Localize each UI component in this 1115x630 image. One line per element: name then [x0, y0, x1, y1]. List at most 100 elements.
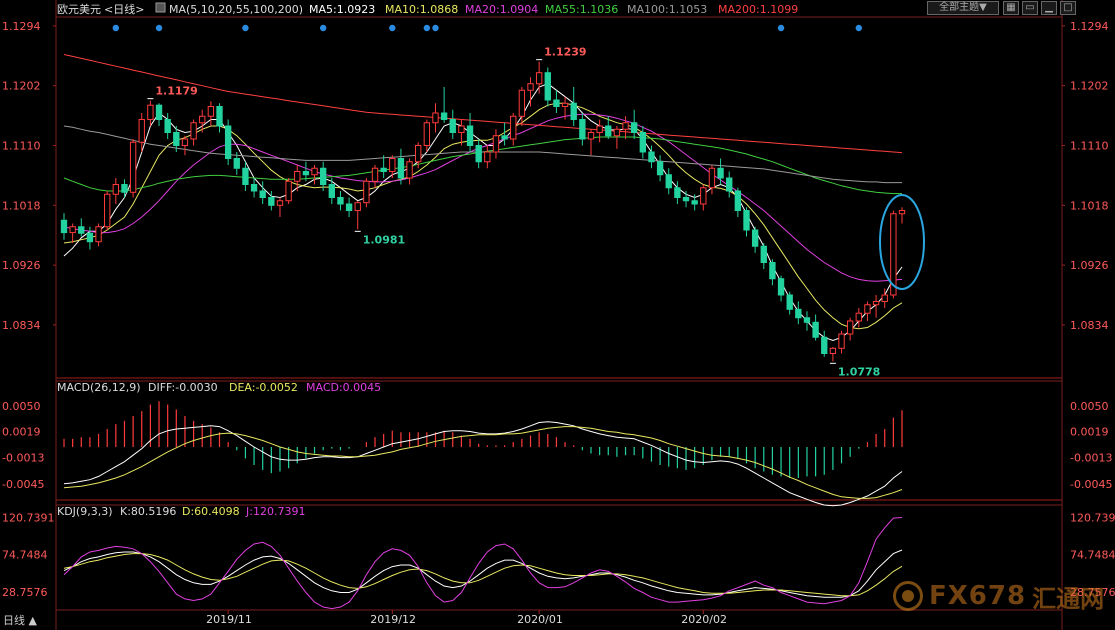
- candle-body: [268, 197, 275, 206]
- candle: [708, 165, 716, 195]
- candle-body: [803, 317, 811, 323]
- candle-body: [605, 125, 612, 137]
- period-label[interactable]: <日线>: [104, 2, 144, 16]
- candle-body: [613, 128, 621, 137]
- candle: [751, 226, 759, 253]
- maximize-icon[interactable]: □: [1060, 1, 1076, 15]
- candle-body: [639, 132, 647, 153]
- candle: [821, 330, 828, 357]
- candle-body: [69, 226, 76, 234]
- candle-body: [596, 125, 603, 133]
- event-dot: [777, 24, 785, 32]
- candle-body: [674, 187, 681, 198]
- x-axis-label: 2020/02: [681, 613, 727, 626]
- candle-body: [518, 89, 526, 117]
- candle: [622, 116, 629, 139]
- ma-toggle-icon[interactable]: [155, 2, 166, 13]
- candle-body: [397, 158, 405, 179]
- watermark: FX678 汇通网: [893, 578, 1104, 614]
- candle-body: [207, 106, 215, 117]
- price-tick-right: 1.0926: [1070, 259, 1109, 272]
- window-icon[interactable]: ▭: [1022, 1, 1038, 15]
- price-tick-right: 1.1018: [1070, 199, 1109, 212]
- candle: [769, 259, 776, 286]
- macd-tick-left: 0.0019: [2, 425, 41, 438]
- candle-body: [147, 104, 154, 120]
- candle-body: [363, 180, 370, 204]
- candle-body: [846, 320, 854, 335]
- candle: [510, 113, 517, 146]
- candle-body: [466, 125, 474, 146]
- candle: [656, 155, 664, 182]
- candle: [544, 67, 551, 107]
- event-dot: [855, 24, 863, 32]
- candle-body: [717, 167, 724, 179]
- layout-icon[interactable]: ▦: [1003, 1, 1019, 15]
- candle-body: [380, 167, 387, 172]
- period-selector[interactable]: 日线 ▲: [0, 612, 56, 630]
- candle: [717, 158, 724, 185]
- macd-tick-left: -0.0045: [2, 478, 44, 491]
- candle-body: [337, 197, 344, 205]
- main-axis-ticks: 1.1294 1.1294 1.1202 1.1202 1.1110 1.1110 1.10…: [2, 20, 1109, 332]
- ma-params: MA(5,10,20,55,100,200): [169, 3, 303, 16]
- candle-body: [354, 202, 361, 211]
- candle: [95, 223, 102, 247]
- candle-body: [224, 125, 232, 159]
- candle-body: [104, 193, 111, 228]
- candle: [155, 103, 163, 126]
- candle-body: [631, 122, 638, 133]
- theme-dropdown[interactable]: 全部主题▼: [927, 1, 999, 15]
- minimize-icon[interactable]: ▁: [1041, 1, 1057, 15]
- candle: [104, 191, 111, 230]
- macd-line-dea: [63, 426, 903, 499]
- candle-body: [553, 99, 560, 107]
- annotation-label: 1.1179: [155, 85, 197, 98]
- candle-body: [475, 145, 482, 163]
- candle-body: [406, 161, 413, 179]
- ma-legend-item: MA200:1.1099: [718, 3, 798, 16]
- candle-body: [181, 138, 189, 146]
- symbol-name[interactable]: 欧元美元: [57, 3, 101, 16]
- candle: [311, 165, 318, 185]
- candlesticks: [60, 61, 906, 362]
- candle-body: [786, 294, 793, 310]
- candle: [777, 275, 785, 302]
- candle-body: [795, 308, 802, 319]
- candle-body: [371, 167, 379, 182]
- candle-body: [864, 304, 871, 314]
- candle-body: [484, 151, 491, 163]
- candle-body: [319, 167, 327, 185]
- candle: [579, 113, 586, 146]
- candle: [164, 113, 171, 139]
- ma-legend-item: MA100:1.1053: [627, 3, 707, 16]
- candle: [553, 90, 560, 113]
- candle-body: [423, 122, 431, 146]
- candle: [518, 87, 526, 126]
- candle: [224, 119, 232, 165]
- candle: [112, 178, 120, 204]
- candle-body: [302, 171, 310, 176]
- candle-body: [129, 141, 137, 193]
- candle: [846, 317, 854, 341]
- candle: [829, 347, 837, 362]
- candle-body: [328, 184, 335, 198]
- candle-body: [665, 174, 672, 189]
- candle: [743, 207, 750, 237]
- candle-body: [769, 262, 776, 280]
- event-dot: [432, 24, 439, 32]
- macd-histogram-value: MACD:0.0045: [306, 381, 381, 394]
- candle: [674, 181, 681, 204]
- candle: [86, 226, 94, 250]
- ma-legend-item: MA10:1.0868: [385, 3, 458, 16]
- candle-body: [872, 301, 880, 306]
- candle-body: [898, 210, 906, 215]
- candle-body: [501, 135, 508, 140]
- kdj-title: KDJ(9,3,3): [57, 505, 113, 518]
- candle-body: [829, 347, 837, 354]
- candle-body: [708, 167, 716, 189]
- annotation-label: 1.0778: [838, 365, 880, 378]
- candle-body: [95, 226, 102, 243]
- candle-body: [622, 122, 629, 130]
- price-tick-left: 1.0926: [2, 259, 41, 272]
